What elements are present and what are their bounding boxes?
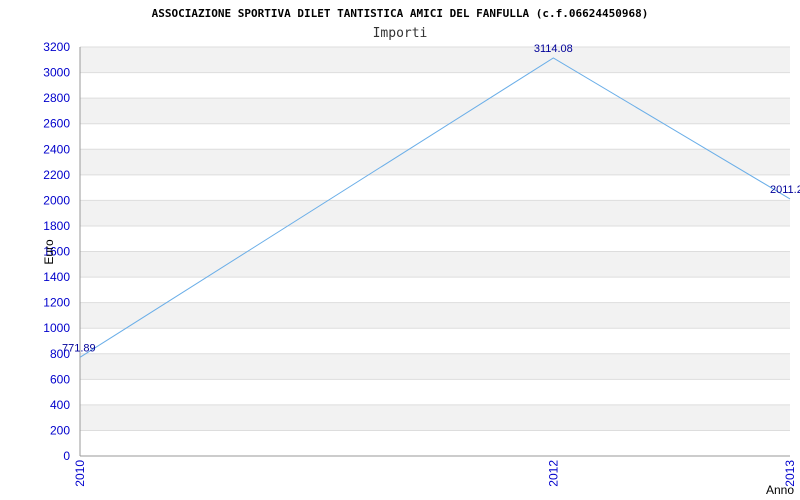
x-tick-label: 2010: [73, 460, 87, 487]
y-tick-label: 0: [63, 449, 70, 463]
y-tick-label: 200: [50, 423, 70, 437]
line-chart: 0200400600800100012001400160018002000220…: [42, 7, 800, 497]
y-tick-label: 2800: [43, 91, 70, 105]
x-axis-label: Anno: [766, 483, 794, 497]
grid-band: [80, 149, 790, 175]
y-tick-label: 1200: [43, 296, 70, 310]
y-tick-label: 1000: [43, 321, 70, 335]
y-axis-label: Euro: [42, 239, 56, 265]
grid-band: [80, 251, 790, 278]
grid-band: [80, 404, 790, 431]
chart-title: ASSOCIAZIONE SPORTIVA DILET TANTISTICA A…: [152, 7, 649, 20]
data-label: 2011.2: [770, 184, 800, 196]
y-tick-label: 1400: [43, 270, 70, 284]
background-bands: [80, 47, 790, 431]
y-tick-label: 2200: [43, 168, 70, 182]
x-tick-label: 2012: [546, 460, 560, 487]
y-tick-label: 2400: [43, 142, 70, 156]
data-label: 771.89: [62, 342, 96, 354]
grid-band: [80, 302, 790, 329]
y-tick-label: 400: [50, 398, 70, 412]
grid-band: [80, 200, 790, 226]
y-tick-label: 3200: [43, 40, 70, 54]
data-label: 3114.08: [534, 43, 573, 55]
y-tick-label: 600: [50, 372, 70, 386]
y-tick-label: 2600: [43, 117, 70, 131]
grid-band: [80, 98, 790, 124]
grid-band: [80, 47, 790, 73]
y-tick-label: 1800: [43, 219, 70, 233]
y-tick-label: 2000: [43, 193, 70, 207]
x-tick-labels: 2010 2012 2013: [73, 460, 797, 487]
y-tick-label: 3000: [43, 66, 70, 80]
grid-band: [80, 353, 790, 380]
chart-subtitle: Importi: [373, 26, 428, 41]
